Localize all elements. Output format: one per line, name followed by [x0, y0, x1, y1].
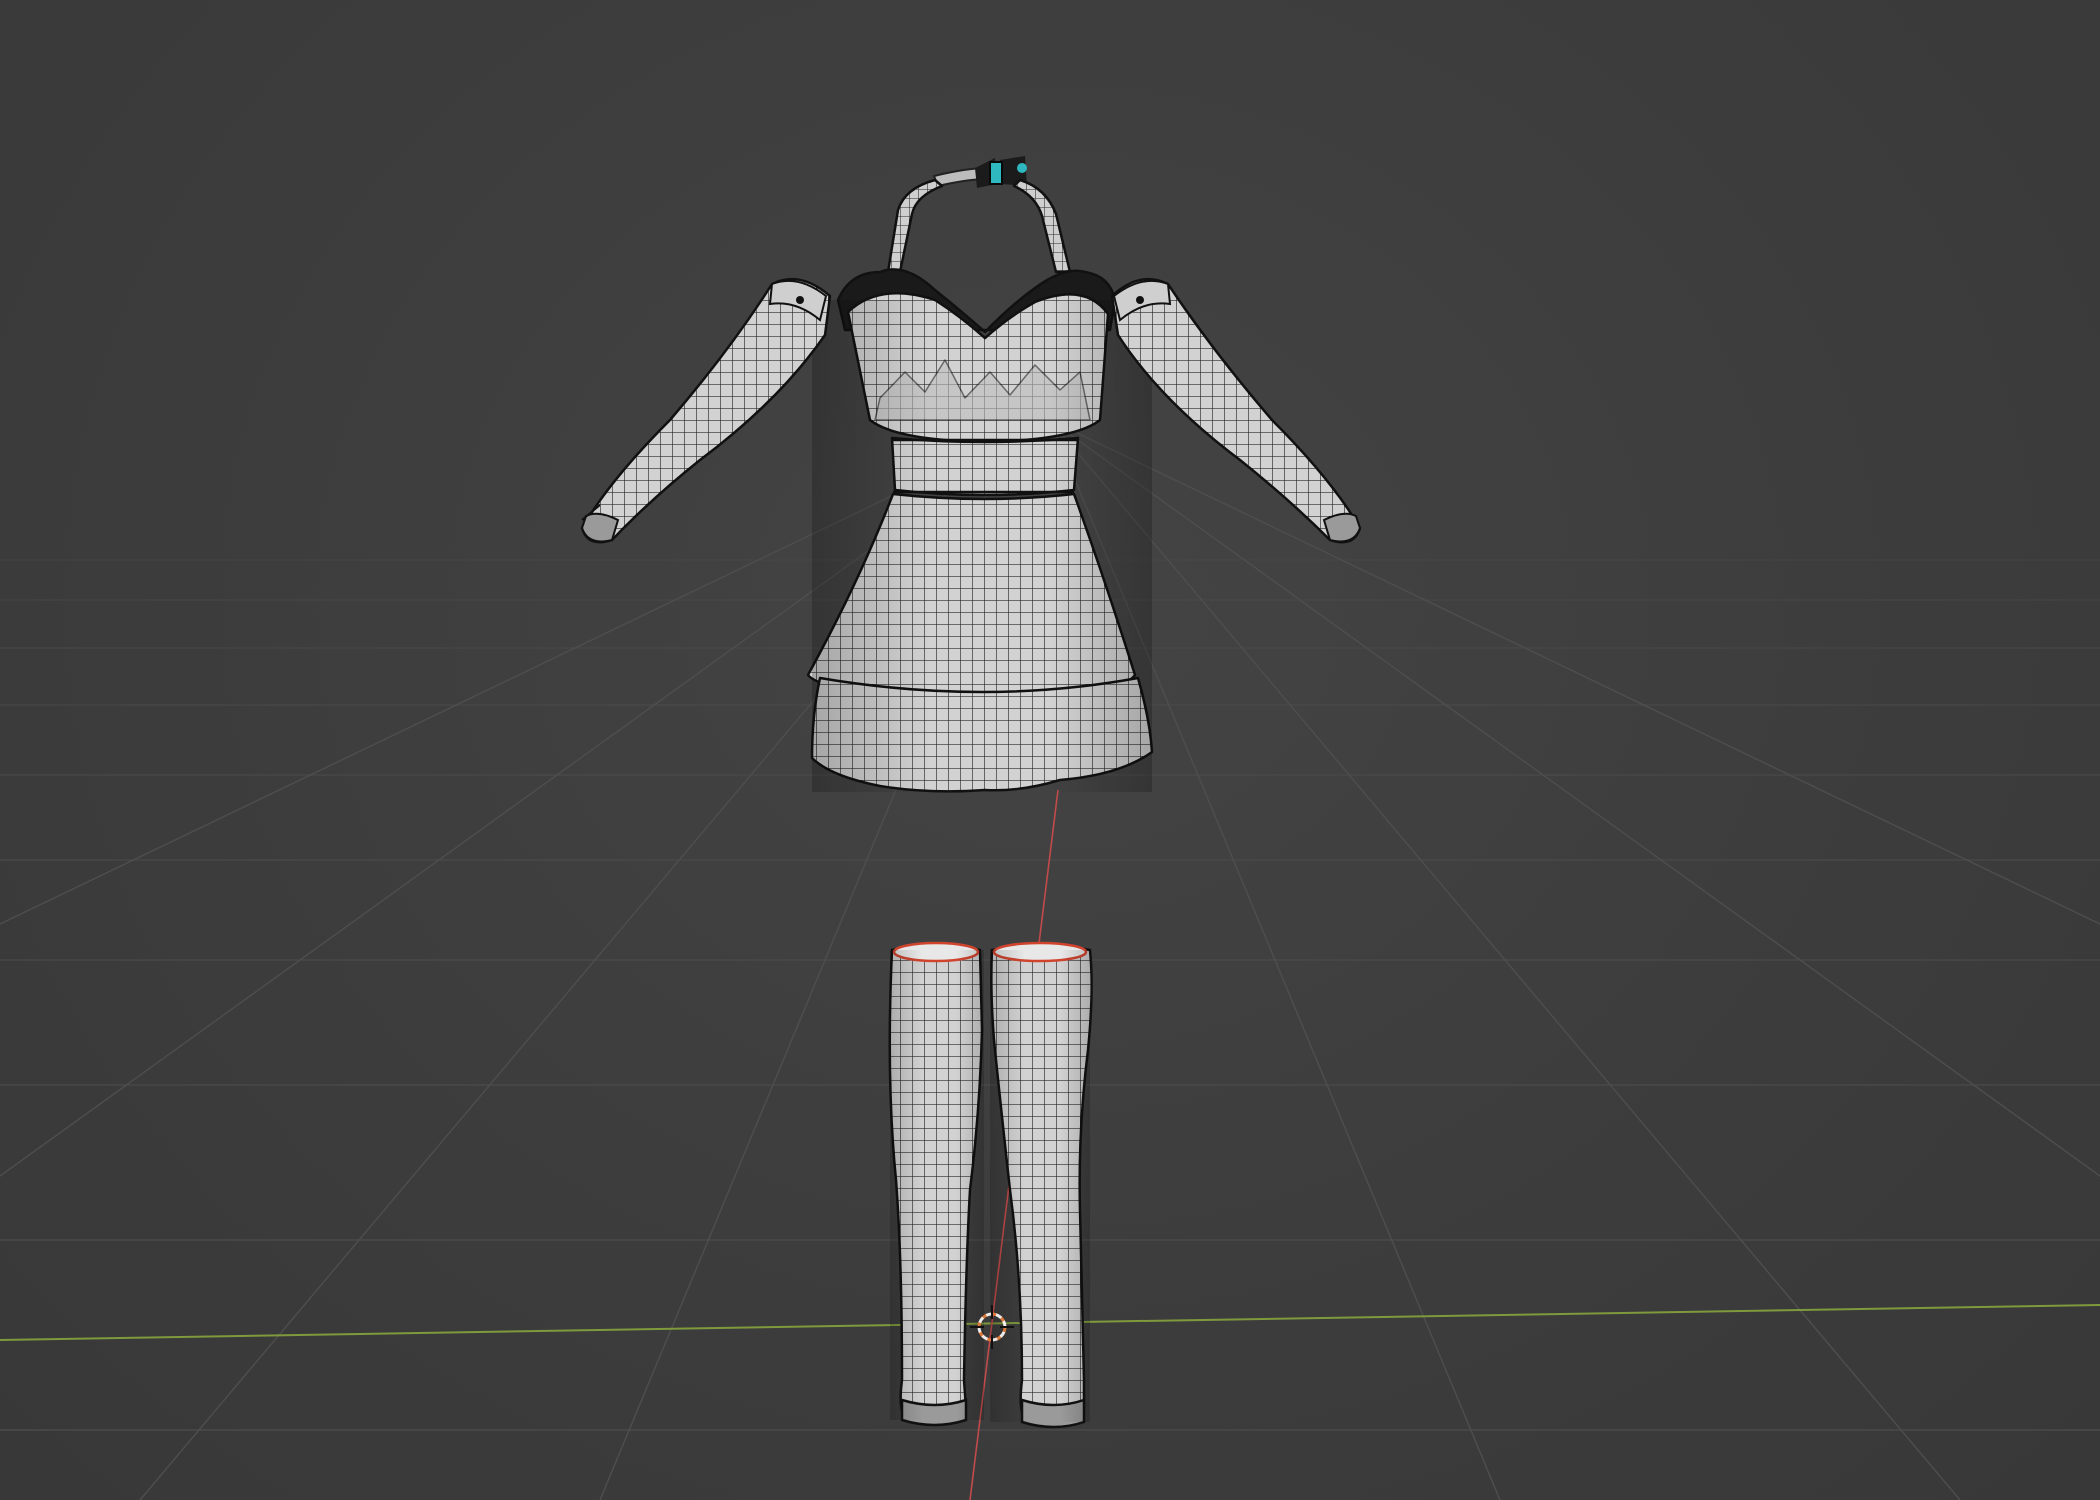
boot-left[interactable]: [888, 941, 984, 1427]
choker-bow[interactable]: [932, 156, 1027, 188]
3d-viewport[interactable]: [0, 0, 2100, 1500]
viewport-canvas[interactable]: [0, 0, 2100, 1500]
dress[interactable]: [806, 178, 1154, 793]
bow-gem-icon: [989, 161, 1003, 185]
sleeve-left[interactable]: [580, 277, 832, 544]
boot-right[interactable]: [990, 941, 1093, 1429]
